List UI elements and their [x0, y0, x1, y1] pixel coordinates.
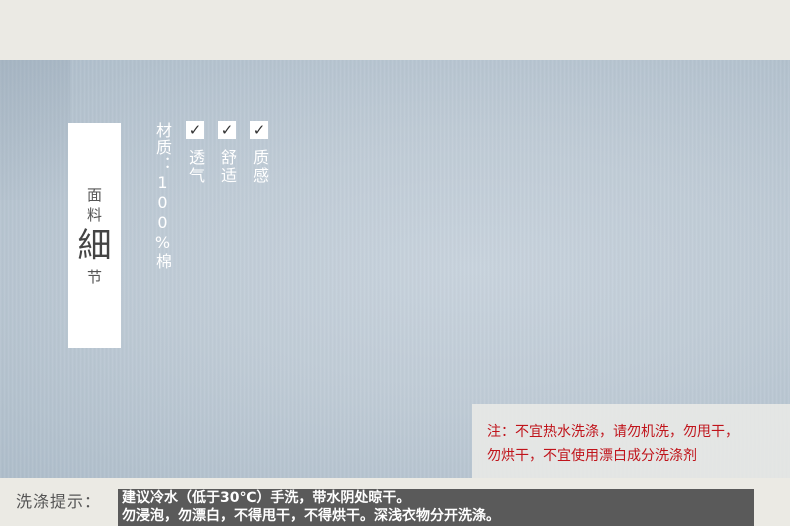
wash-tip-line-1: 建议冷水（低于30℃）手洗，带水阴处晾干。: [122, 490, 411, 506]
feature-breathable: ✓ 透气: [184, 121, 206, 185]
feature-label: 质感: [250, 149, 269, 185]
feature-list: ✓ 透气 ✓ 舒适 ✓ 质感: [184, 121, 270, 185]
check-icon: ✓: [218, 121, 236, 139]
detail-char-2: 料: [86, 205, 102, 224]
care-warning-box: 注：不宜热水洗涤，请勿机洗，勿甩干， 勿烘干，不宜使用漂白成分洗涤剂: [472, 404, 790, 478]
detail-char-big: 細: [77, 225, 112, 266]
feature-label: 舒适: [218, 149, 237, 185]
feature-texture: ✓ 质感: [248, 121, 270, 185]
fabric-fold-shadow: [0, 60, 70, 200]
feature-label: 透气: [186, 149, 205, 185]
wash-tips-box: 建议冷水（低于30℃）手洗，带水阴处晾干。 勿浸泡，勿漂白，不得甩干，不得烘干。…: [118, 489, 754, 526]
check-icon: ✓: [250, 121, 268, 139]
check-icon: ✓: [186, 121, 204, 139]
top-band: [0, 0, 790, 60]
detail-char-4: 节: [86, 267, 102, 286]
wash-tip-line-2: 勿浸泡，勿漂白，不得甩干，不得烘干。深浅衣物分开洗涤。: [122, 508, 500, 524]
warning-line-1: 注：不宜热水洗涤，请勿机洗，勿甩干，: [487, 424, 739, 440]
wash-tips-label: 洗涤提示：: [16, 492, 102, 511]
material-text: 材质：100%棉: [153, 122, 172, 270]
feature-comfortable: ✓ 舒适: [216, 121, 238, 185]
fabric-detail-card: 面 料 細 节: [68, 123, 121, 348]
warning-line-2: 勿烘干，不宜使用漂白成分洗涤剂: [487, 448, 697, 464]
detail-char-1: 面: [86, 185, 102, 204]
